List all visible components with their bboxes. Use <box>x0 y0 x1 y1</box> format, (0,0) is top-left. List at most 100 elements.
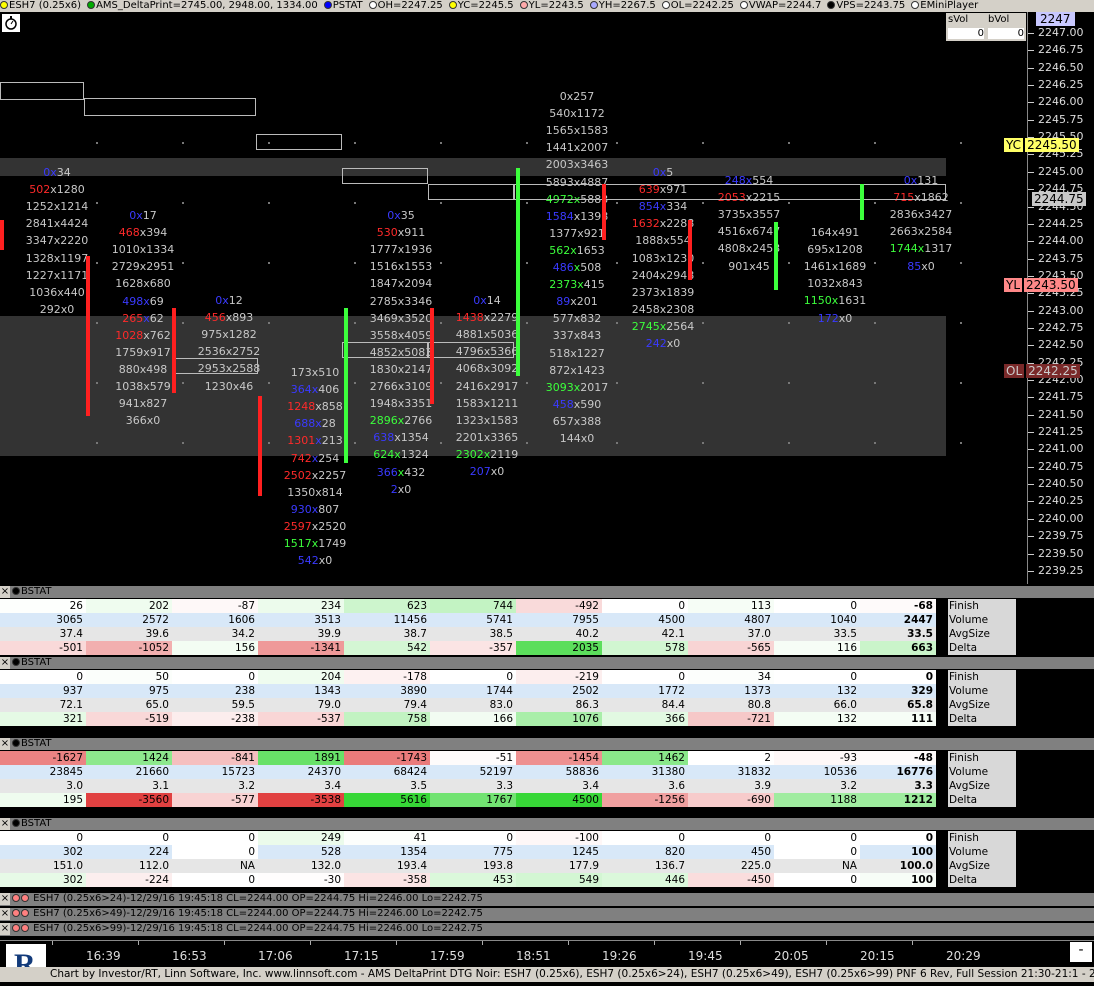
delta-bar <box>0 220 4 250</box>
close-icon[interactable]: × <box>0 908 10 920</box>
stat-cell: 1212 <box>860 793 936 807</box>
panel-titlebar[interactable]: × BSTAT <box>0 586 1094 598</box>
footprint-cell: 2373x1839 <box>618 284 708 301</box>
cell-segment: 1517x <box>283 537 319 550</box>
panel-title: BSTAT <box>21 586 52 597</box>
footprint-cell: 1441x2007 <box>532 139 622 156</box>
instrument-bar[interactable]: × ESH7 (0.25x6>49)-12/29/16 19:45:18 CL=… <box>0 908 1094 921</box>
panel-scale-area <box>1016 599 1094 613</box>
stat-cell: 151.0 <box>0 859 86 873</box>
legend-item[interactable]: VPS=2243.75 <box>827 0 905 11</box>
close-icon[interactable]: × <box>0 586 10 598</box>
footprint-cell: 2663x2584 <box>876 223 966 240</box>
footprint-cell: 3347x2220 <box>12 232 102 249</box>
cell-segment: 144x0 <box>559 432 595 445</box>
legend-item[interactable]: OL=2242.25 <box>661 0 734 11</box>
stat-row-label: Delta <box>948 712 1016 726</box>
price-box <box>84 98 256 116</box>
cell-segment: 2017 <box>580 380 609 394</box>
footprint-chart[interactable]: 0x34 502x1280 1252x1214 2841x4424 3347x2220 1… <box>0 12 1027 584</box>
svol-header: sVol <box>948 14 969 25</box>
cell-segment: 415 <box>583 278 605 292</box>
price-tick: 2244.25 <box>1028 216 1084 230</box>
stat-cell: 528 <box>258 845 344 859</box>
legend-dot-icon <box>911 1 920 9</box>
close-icon[interactable]: × <box>0 923 10 935</box>
legend-item[interactable]: YC=2245.5 <box>448 0 514 11</box>
stopwatch-icon[interactable] <box>2 14 20 32</box>
legend-item[interactable]: AMS_DeltaPrint=2745.00, 2948.00, 1334.00 <box>87 0 318 11</box>
footprint-cell: 2458x2308 <box>618 301 708 318</box>
legend-item[interactable]: PSTAT <box>323 0 363 11</box>
time-tick <box>740 941 741 945</box>
legend-item[interactable]: VWAP=2244.7 <box>739 0 821 11</box>
stat-cell: 1343 <box>258 684 344 698</box>
footprint-cell: 638x1354 <box>356 429 446 446</box>
cell-segment: 0x257 <box>559 90 595 103</box>
cell-segment: 2458x2308 <box>631 302 695 316</box>
stat-cell: 31380 <box>602 765 688 779</box>
price-tag-value: 2242.25 <box>1026 364 1080 378</box>
stat-cell: 3.0 <box>0 779 86 793</box>
stat-cell: 65.0 <box>86 698 172 712</box>
legend-item[interactable]: EMiniPlayer <box>911 0 978 11</box>
stat-cell: 224 <box>86 845 172 859</box>
footprint-cell: 1583x1211 <box>442 395 532 412</box>
close-icon[interactable]: × <box>0 893 10 905</box>
legend-item[interactable]: OH=2247.25 <box>368 0 443 11</box>
grid-dot <box>268 262 270 264</box>
panel-titlebar[interactable]: × BSTAT <box>0 818 1094 830</box>
footprint-cell: 1323x1583 <box>442 412 532 429</box>
legend-label: ESH7 (0.25x6) <box>9 0 82 11</box>
cell-segment: 213 <box>321 434 343 448</box>
cell-segment: x1280 <box>50 183 85 197</box>
footprint-cell: 2841x4424 <box>12 215 102 232</box>
footprint-cell: 0x12 <box>184 292 274 309</box>
time-axis[interactable]: 16:39 16:53 17:06 17:15 17:59 18:51 19:26 19:45… <box>0 940 1094 969</box>
stat-cell: -519 <box>86 712 172 726</box>
cell-segment: 2119 <box>490 447 519 461</box>
cell-segment: 872x1423 <box>549 363 605 377</box>
grid-dot <box>702 142 704 144</box>
footprint-cell: 337x843 <box>532 327 622 344</box>
stat-cell: 100 <box>860 873 936 887</box>
legend-dot-icon <box>589 1 598 9</box>
cell-segment: 1632 <box>631 217 660 231</box>
close-icon[interactable]: × <box>0 818 10 830</box>
cell-segment: 2416x2917 <box>455 379 519 393</box>
cell-segment: 3347x2220 <box>25 234 89 248</box>
price-box <box>428 342 514 358</box>
stat-cell: 193.8 <box>430 859 516 873</box>
grid-dot <box>268 202 270 204</box>
top-price-label: 2247 <box>1036 12 1075 26</box>
panel-titlebar[interactable]: × BSTAT <box>0 657 1094 669</box>
delta-bar <box>602 184 606 240</box>
grid-dot <box>526 202 528 204</box>
stat-row-label: AvgSize <box>948 779 1016 793</box>
close-icon[interactable]: × <box>0 657 10 669</box>
instrument-bar[interactable]: × ESH7 (0.25x6>99)-12/29/16 19:45:18 CL=… <box>0 923 1094 936</box>
minus-button[interactable]: - <box>1070 942 1092 962</box>
legend-item[interactable]: YL=2243.5 <box>519 0 584 11</box>
close-icon[interactable]: × <box>0 738 10 750</box>
panel-titlebar[interactable]: × BSTAT <box>0 738 1094 750</box>
stat-cell: 79.4 <box>344 698 430 712</box>
stat-cell: 58836 <box>516 765 602 779</box>
cell-segment: x762 <box>143 328 171 342</box>
legend-label: YC=2245.5 <box>457 0 514 11</box>
footprint-cell: 1461x1689 <box>790 258 880 275</box>
delta-bar <box>86 256 90 416</box>
stat-cell: 68424 <box>344 765 430 779</box>
stat-cell: 193.4 <box>344 859 430 873</box>
panel-title: BSTAT <box>21 738 52 749</box>
legend-item[interactable]: YH=2267.5 <box>589 0 656 11</box>
instrument-bar[interactable]: × ESH7 (0.25x6>24)-12/29/16 19:45:18 CL=… <box>0 893 1094 906</box>
stat-cell: 26 <box>0 599 86 613</box>
price-scale[interactable]: 2247 2247.00 2246.75 2246.50 2246.25 2246.00 2… <box>1004 12 1094 584</box>
stat-cell: -51 <box>430 751 516 765</box>
footprint-cell: 242x0 <box>618 335 708 352</box>
price-tick: 2245.75 <box>1028 112 1084 126</box>
legend-item[interactable]: ESH7 (0.25x6) <box>0 0 81 11</box>
cell-segment: 34 <box>56 166 71 179</box>
stat-row-label: Finish <box>948 751 1016 765</box>
